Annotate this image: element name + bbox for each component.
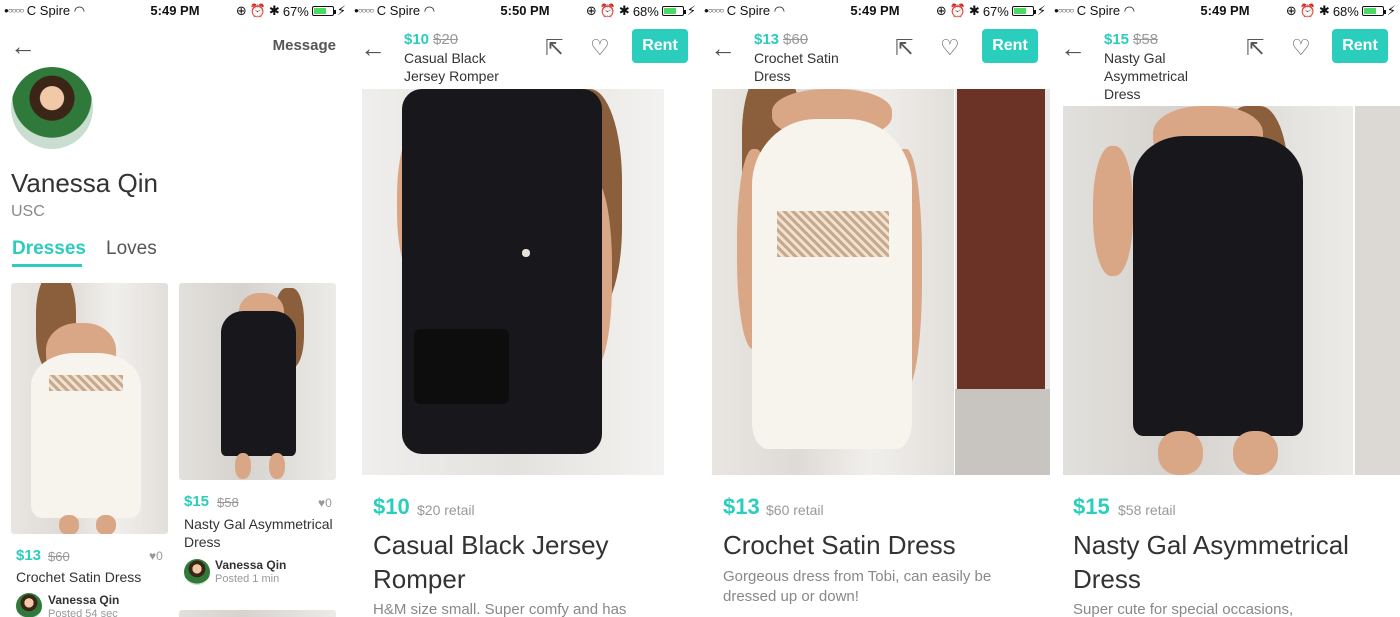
heart-icon[interactable]: ♡	[590, 35, 610, 61]
card-title[interactable]: Crochet Satin Dress	[16, 568, 141, 586]
product-retail-price: $58 retail	[1118, 502, 1176, 518]
product-screen-asymmetrical: ●○○○○ C Spire ◠ 5:49 PM ⊕ ⏰ ✱ 68% ⚡ ← $15 $58…	[1050, 0, 1400, 617]
alarm-icon: ⏰	[249, 3, 266, 18]
card-posted-time: Posted 54 sec	[48, 608, 118, 617]
header-retail-price: $20	[433, 31, 459, 48]
alarm-icon: ⏰	[599, 3, 616, 18]
card-image-crochet-dress[interactable]	[11, 283, 168, 534]
card-love-count[interactable]: ♥0	[149, 549, 163, 563]
product-price: $15	[1073, 494, 1110, 519]
bluetooth-icon: ✱	[1318, 3, 1330, 18]
card-image-next[interactable]	[179, 610, 336, 617]
product-image[interactable]	[712, 89, 954, 475]
avatar	[16, 593, 42, 617]
alarm-icon: ⏰	[1299, 3, 1316, 18]
header-title: Nasty Gal Asymmetrical Dress	[1104, 50, 1189, 102]
rent-button[interactable]: Rent	[982, 29, 1038, 63]
battery-percent: 67%	[982, 3, 1009, 19]
charging-icon: ⚡	[1036, 3, 1046, 18]
card-image-asymmetrical-dress[interactable]	[179, 283, 336, 480]
bluetooth-icon: ✱	[268, 3, 280, 18]
card-title[interactable]: Nasty Gal Asymmetrical Dress	[184, 515, 334, 551]
product-description: Super cute for special occasions,	[1073, 601, 1294, 617]
charging-icon: ⚡	[686, 3, 696, 18]
charging-icon: ⚡	[336, 3, 346, 18]
battery-percent: 68%	[1332, 3, 1359, 19]
product-description: Gorgeous dress from Tobi, can easily be …	[723, 568, 992, 605]
header-price: $10 $20	[404, 31, 459, 48]
avatar	[184, 559, 210, 585]
header-retail-price: $60	[783, 31, 809, 48]
product-description: H&M size small. Super comfy and has	[373, 601, 627, 617]
product-retail-price: $60 retail	[766, 502, 824, 518]
lock-icon: ⊕	[585, 3, 597, 18]
product-screen-crochet: ●○○○○ C Spire ◠ 5:49 PM ⊕ ⏰ ✱ 67% ⚡ ← $13 $60…	[700, 0, 1050, 617]
profile-name: Vanessa Qin	[11, 168, 158, 198]
card-price: $13	[16, 547, 42, 564]
battery-icon	[311, 6, 336, 16]
battery-icon	[1011, 6, 1036, 16]
battery-percent: 67%	[282, 3, 309, 19]
product-retail-price: $20 retail	[417, 502, 475, 518]
header-title: Crochet Satin Dress	[754, 50, 839, 84]
back-arrow-icon[interactable]: ←	[360, 35, 386, 61]
charging-icon: ⚡	[1386, 3, 1396, 18]
card-posted-time: Posted 1 min	[215, 573, 280, 585]
product-price: $13	[723, 494, 760, 519]
tab-loves[interactable]: Loves	[106, 238, 157, 260]
share-icon[interactable]: ⇱	[895, 35, 913, 61]
product-image[interactable]	[362, 89, 664, 475]
battery-icon	[661, 6, 686, 16]
card-love-count[interactable]: ♥0	[318, 496, 332, 510]
card-poster-name: Vanessa Qin	[48, 593, 120, 607]
lock-icon: ⊕	[235, 3, 247, 18]
heart-icon[interactable]: ♡	[1291, 35, 1311, 61]
status-bar: ●○○○○ C Spire ◠ 5:49 PM ⊕ ⏰ ✱ 67% ⚡	[0, 0, 350, 22]
card-retail-price: $60	[48, 549, 70, 564]
alarm-icon: ⏰	[949, 3, 966, 18]
lock-icon: ⊕	[1285, 3, 1297, 18]
back-arrow-icon[interactable]: ←	[10, 33, 36, 59]
product-image-2[interactable]	[955, 89, 1050, 475]
header-retail-price: $58	[1133, 31, 1159, 48]
status-bar: ●○○○○ C Spire ◠ 5:49 PM ⊕ ⏰ ✱ 67% ⚡	[700, 0, 1050, 22]
profile-avatar	[11, 67, 93, 149]
product-title: Casual Black Jersey Romper	[373, 530, 609, 594]
bluetooth-icon: ✱	[618, 3, 630, 18]
message-button[interactable]: Message	[273, 37, 336, 54]
rent-button[interactable]: Rent	[632, 29, 688, 63]
card-price: $15	[184, 493, 210, 510]
status-bar: ●○○○○ C Spire ◠ 5:49 PM ⊕ ⏰ ✱ 68% ⚡	[1050, 0, 1400, 22]
profile-school: USC	[11, 203, 45, 220]
card-poster-name: Vanessa Qin	[215, 558, 287, 572]
header-title: Casual Black Jersey Romper	[404, 50, 499, 84]
share-icon[interactable]: ⇱	[1246, 35, 1264, 61]
back-arrow-icon[interactable]: ←	[1060, 35, 1086, 61]
bluetooth-icon: ✱	[968, 3, 980, 18]
product-price: $10	[373, 494, 410, 519]
share-icon[interactable]: ⇱	[545, 35, 563, 61]
header-price: $13 $60	[754, 31, 809, 48]
active-tab-indicator	[12, 264, 82, 267]
product-title: Nasty Gal Asymmetrical Dress	[1073, 530, 1349, 594]
product-image-2[interactable]	[1355, 106, 1400, 475]
profile-screen: ●○○○○ C Spire ◠ 5:49 PM ⊕ ⏰ ✱ 67% ⚡ ← Messag…	[0, 0, 350, 617]
product-screen-romper: ●○○○○ C Spire ◠ 5:50 PM ⊕ ⏰ ✱ 68% ⚡ ← $10 $20…	[350, 0, 700, 617]
heart-icon[interactable]: ♡	[940, 35, 960, 61]
header-price: $15 $58	[1104, 31, 1159, 48]
rent-button[interactable]: Rent	[1332, 29, 1388, 63]
tab-dresses[interactable]: Dresses	[12, 238, 86, 260]
battery-icon	[1361, 6, 1386, 16]
product-image[interactable]	[1063, 106, 1353, 475]
battery-percent: 68%	[632, 3, 659, 19]
product-title: Crochet Satin Dress	[723, 530, 956, 560]
status-bar: ●○○○○ C Spire ◠ 5:50 PM ⊕ ⏰ ✱ 68% ⚡	[350, 0, 700, 22]
card-retail-price: $58	[217, 495, 239, 510]
lock-icon: ⊕	[935, 3, 947, 18]
back-arrow-icon[interactable]: ←	[710, 35, 736, 61]
